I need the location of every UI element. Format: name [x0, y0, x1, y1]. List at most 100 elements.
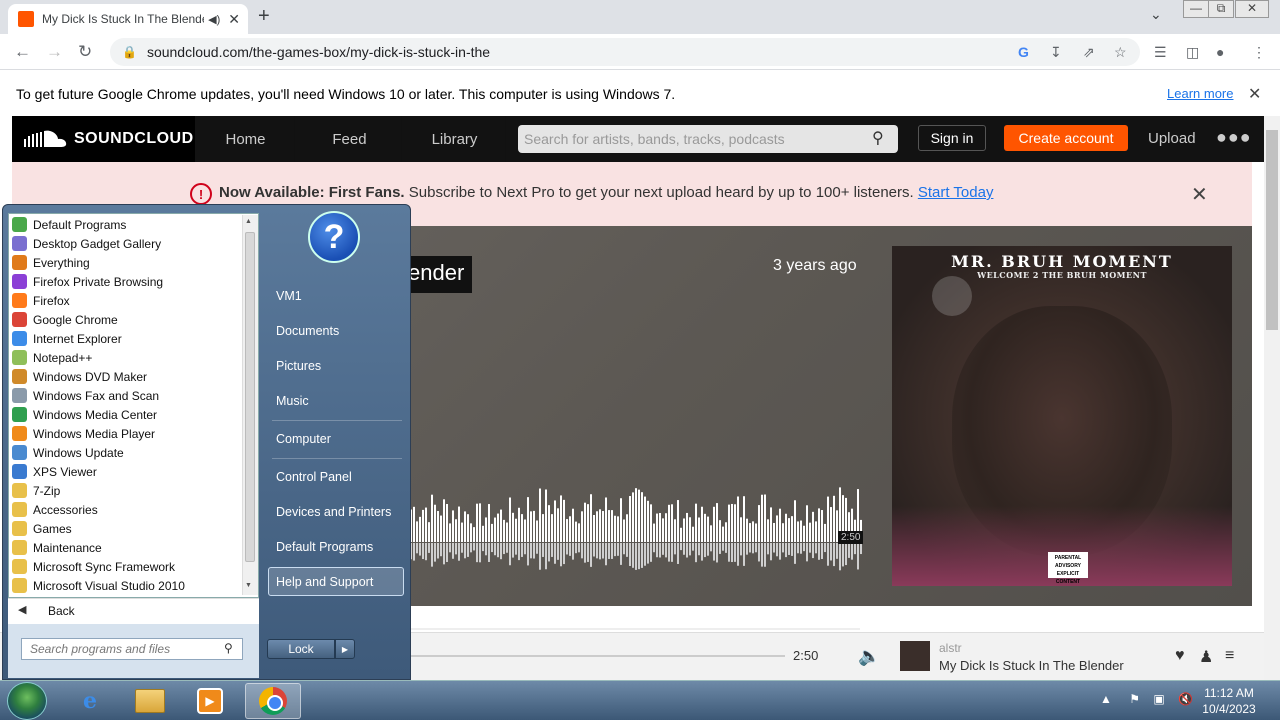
follow-user-icon[interactable]: ♟ — [1199, 647, 1213, 667]
program-item[interactable]: Microsoft Visual Studio 2010 — [12, 576, 240, 595]
program-item[interactable]: Windows Fax and Scan — [12, 386, 240, 405]
media-player-icon[interactable]: ▶ — [182, 683, 238, 719]
media-control-icon[interactable]: ☰ — [1154, 44, 1167, 61]
infobar-close-icon[interactable]: ✕ — [1248, 84, 1261, 104]
menu-icon[interactable]: ⋮ — [1252, 44, 1266, 61]
program-item[interactable]: Firefox Private Browsing — [12, 272, 240, 291]
forward-icon[interactable]: → — [46, 42, 63, 62]
address-bar[interactable]: 🔒 soundcloud.com/the-games-box/my-dick-i… — [110, 38, 1140, 66]
start-item-music[interactable]: Music — [276, 394, 309, 408]
start-item-documents[interactable]: Documents — [276, 324, 339, 338]
taskbar-clock[interactable]: 11:12 AM 10/4/2023 — [1196, 685, 1262, 717]
waveform[interactable] — [410, 470, 862, 580]
internet-explorer-icon[interactable]: e — [62, 683, 118, 719]
shutdown-options-icon[interactable]: ▶ — [335, 639, 355, 659]
back-icon[interactable]: ← — [14, 42, 31, 62]
start-item-help-and-support[interactable]: Help and Support — [276, 575, 373, 589]
google-icon[interactable]: G — [1018, 44, 1029, 60]
page-scrollbar-thumb[interactable] — [1266, 130, 1278, 330]
lock-button[interactable]: Lock — [267, 639, 335, 659]
window-close-button[interactable]: ✕ — [1235, 0, 1269, 18]
banner-close-icon[interactable]: ✕ — [1191, 182, 1208, 207]
search-icon[interactable]: ⚲ — [872, 128, 884, 148]
volume-muted-icon[interactable]: 🔇 — [1178, 692, 1193, 706]
minimize-button[interactable]: — — [1183, 0, 1209, 18]
tab-search-icon[interactable]: ⌄ — [1150, 6, 1162, 23]
program-item[interactable]: Firefox — [12, 291, 240, 310]
start-item-control-panel[interactable]: Control Panel — [276, 470, 352, 484]
sign-in-button[interactable]: Sign in — [918, 125, 986, 151]
waveform-reflection — [569, 543, 571, 556]
magnifier-icon[interactable]: ⚲ — [224, 641, 233, 655]
chrome-taskbar-icon[interactable] — [245, 683, 301, 719]
side-panel-icon[interactable]: ◫ — [1186, 44, 1199, 61]
bookmark-star-icon[interactable]: ☆ — [1114, 44, 1127, 61]
volume-icon[interactable]: 🔈 — [858, 646, 880, 667]
player-title[interactable]: My Dick Is Stuck In The Blender — [939, 658, 1124, 673]
restore-button[interactable]: ⧉ — [1208, 0, 1234, 18]
player-thumbnail[interactable] — [900, 641, 930, 671]
start-search-input[interactable]: Search programs and files — [21, 638, 243, 660]
soundcloud-search-input[interactable]: Search for artists, bands, tracks, podca… — [518, 125, 898, 153]
create-account-button[interactable]: Create account — [1004, 125, 1128, 151]
program-item[interactable]: Maintenance — [12, 538, 240, 557]
scroll-up-icon[interactable]: ▲ — [245, 218, 252, 225]
nav-home[interactable]: Home — [197, 116, 295, 162]
reload-icon[interactable]: ↻ — [78, 42, 92, 62]
back-arrow-icon[interactable]: ◀ — [18, 603, 26, 616]
program-item[interactable]: Accessories — [12, 500, 240, 519]
program-item[interactable]: Windows Update — [12, 443, 240, 462]
network-icon[interactable]: ▣ — [1153, 692, 1164, 706]
program-item[interactable]: Microsoft Sync Framework — [12, 557, 240, 576]
back-row[interactable] — [8, 598, 259, 624]
action-center-icon[interactable]: ⚑ — [1129, 692, 1140, 706]
speaker-icon[interactable]: ◀) — [208, 13, 220, 26]
program-item[interactable]: Windows Media Center — [12, 405, 240, 424]
install-icon[interactable]: ↧ — [1050, 44, 1062, 61]
start-button[interactable] — [7, 682, 47, 720]
album-artwork[interactable]: MR. BRUH MOMENT WELCOME 2 THE BRUH MOMEN… — [892, 246, 1232, 586]
learn-more-link[interactable]: Learn more — [1167, 86, 1233, 101]
program-item[interactable]: Windows DVD Maker — [12, 367, 240, 386]
start-item-computer[interactable]: Computer — [276, 432, 331, 446]
start-item-pictures[interactable]: Pictures — [276, 359, 321, 373]
upload-link[interactable]: Upload — [1148, 130, 1196, 147]
system-tray[interactable]: ▲ ⚑ ▣ 🔇 — [1100, 692, 1193, 706]
start-today-link[interactable]: Start Today — [918, 184, 994, 201]
waveform-bar — [806, 505, 808, 542]
start-item-default-programs[interactable]: Default Programs — [276, 540, 373, 554]
player-progress[interactable] — [410, 655, 785, 657]
waveform-bar — [692, 526, 694, 542]
tray-expand-icon[interactable]: ▲ — [1100, 692, 1112, 706]
file-explorer-icon[interactable] — [122, 683, 178, 719]
program-item[interactable]: Desktop Gadget Gallery — [12, 234, 240, 253]
start-item-devices-and-printers[interactable]: Devices and Printers — [276, 505, 391, 519]
program-item[interactable]: Google Chrome — [12, 310, 240, 329]
program-item[interactable]: Internet Explorer — [12, 329, 240, 348]
program-item[interactable]: XPS Viewer — [12, 462, 240, 481]
start-item-user-folder[interactable]: VM1 — [276, 289, 302, 303]
share-icon[interactable]: ⇗ — [1083, 44, 1095, 61]
soundcloud-logo[interactable]: SOUNDCLOUD — [12, 116, 195, 162]
program-item[interactable]: Everything — [12, 253, 240, 272]
more-options-icon[interactable]: ●●● — [1216, 127, 1252, 148]
browser-tab[interactable]: My Dick Is Stuck In The Blender ◀) ✕ — [8, 4, 248, 34]
program-item[interactable]: Windows Media Player — [12, 424, 240, 443]
player-artist[interactable]: alstr — [939, 641, 962, 655]
scroll-down-icon[interactable]: ▼ — [245, 582, 252, 589]
new-tab-icon[interactable]: + — [258, 5, 270, 28]
back-label[interactable]: Back — [48, 604, 75, 618]
program-item[interactable]: Games — [12, 519, 240, 538]
nav-feed[interactable]: Feed — [298, 116, 402, 162]
tab-close-icon[interactable]: ✕ — [228, 11, 240, 28]
program-item[interactable]: Notepad++ — [12, 348, 240, 367]
lock-icon[interactable]: 🔒 — [122, 45, 137, 59]
profile-icon[interactable]: ● — [1216, 44, 1224, 60]
program-item[interactable]: Default Programs — [12, 215, 240, 234]
like-heart-icon[interactable]: ♥ — [1175, 647, 1185, 665]
waveform-bar — [566, 519, 568, 542]
nav-library[interactable]: Library — [404, 116, 506, 162]
programs-scrollbar-thumb[interactable] — [245, 232, 255, 562]
program-item[interactable]: 7-Zip — [12, 481, 240, 500]
queue-icon[interactable]: ≡ — [1225, 647, 1234, 665]
